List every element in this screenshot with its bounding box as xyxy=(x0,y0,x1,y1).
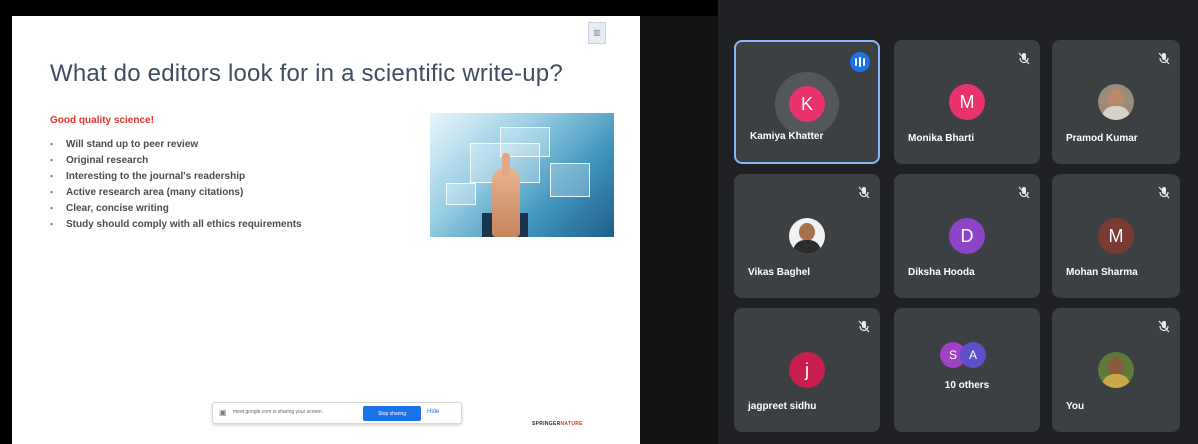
participant-tile-vikas[interactable]: Vikas Baghel xyxy=(734,174,880,298)
slide-bullet: Clear, concise writing xyxy=(50,200,302,216)
slide-bullet: Interesting to the journal's readership xyxy=(50,168,302,184)
share-message: meet.google.com is sharing your screen. xyxy=(233,409,324,415)
slide-bullet: Will stand up to peer review xyxy=(50,136,302,152)
shared-slide: ▥ What do editors look for in a scientif… xyxy=(12,16,640,444)
mic-off-icon xyxy=(1018,52,1030,66)
participant-name: Kamiya Khatter xyxy=(750,131,824,142)
slide-illustration xyxy=(430,113,614,237)
participant-tile-you[interactable]: You xyxy=(1052,308,1180,432)
mic-off-icon xyxy=(1158,52,1170,66)
slide-title: What do editors look for in a scientific… xyxy=(50,60,563,87)
others-avatar-stack: S A xyxy=(940,342,996,370)
slide-bullet: Original research xyxy=(50,152,302,168)
avatar: D xyxy=(949,218,985,254)
mic-off-icon xyxy=(858,186,870,200)
participant-tile-kamiya[interactable]: K Kamiya Khatter xyxy=(734,40,880,164)
avatar: M xyxy=(949,84,985,120)
hide-share-bar-link[interactable]: Hide xyxy=(427,409,439,415)
avatar-photo xyxy=(1098,84,1134,120)
speaking-indicator-icon xyxy=(850,52,870,72)
presentation-side-panel xyxy=(640,16,718,444)
participant-tile-jagpreet[interactable]: j jagpreet sidhu xyxy=(734,308,880,432)
participant-name: Pramod Kumar xyxy=(1066,133,1138,144)
share-screen-icon: ▣ xyxy=(219,408,227,417)
slide-brand-logo: SPRINGERNATURE xyxy=(532,421,583,427)
participant-grid: K Kamiya Khatter M Monika Bharti Pramod … xyxy=(734,40,1180,434)
participant-name: Monika Bharti xyxy=(908,133,975,144)
others-count: 10 others xyxy=(944,380,990,391)
presentation-stage: ▥ What do editors look for in a scientif… xyxy=(0,0,718,444)
avatar-photo xyxy=(1098,352,1134,388)
participant-tile-mohan[interactable]: M Mohan Sharma xyxy=(1052,174,1180,298)
slide-bullet-list: Will stand up to peer review Original re… xyxy=(50,136,302,232)
avatar: A xyxy=(960,342,986,368)
participant-name: You xyxy=(1066,401,1085,412)
avatar-photo xyxy=(789,218,825,254)
slide-subtitle: Good quality science! xyxy=(50,115,154,126)
participant-name: Vikas Baghel xyxy=(748,267,811,278)
participant-tile-others[interactable]: S A 10 others xyxy=(894,308,1040,432)
stop-sharing-button[interactable]: Stop sharing xyxy=(363,406,421,421)
participant-tile-diksha[interactable]: D Diksha Hooda xyxy=(894,174,1040,298)
mic-off-icon xyxy=(1158,320,1170,334)
screen-share-bar: ▣ meet.google.com is sharing your screen… xyxy=(212,402,462,424)
participant-tile-pramod[interactable]: Pramod Kumar xyxy=(1052,40,1180,164)
avatar: M xyxy=(1098,218,1134,254)
slide-bullet: Active research area (many citations) xyxy=(50,184,302,200)
avatar: j xyxy=(789,352,825,388)
participant-tile-monika[interactable]: M Monika Bharti xyxy=(894,40,1040,164)
participant-name: Diksha Hooda xyxy=(908,267,975,278)
participant-name: jagpreet sidhu xyxy=(748,401,817,412)
mic-off-icon xyxy=(1158,186,1170,200)
slide-page-icon: ▥ xyxy=(588,22,606,44)
avatar: K xyxy=(789,86,825,122)
mic-off-icon xyxy=(858,320,870,334)
mic-off-icon xyxy=(1018,186,1030,200)
participant-name: Mohan Sharma xyxy=(1066,267,1138,278)
slide-bullet: Study should comply with all ethics requ… xyxy=(50,216,302,232)
